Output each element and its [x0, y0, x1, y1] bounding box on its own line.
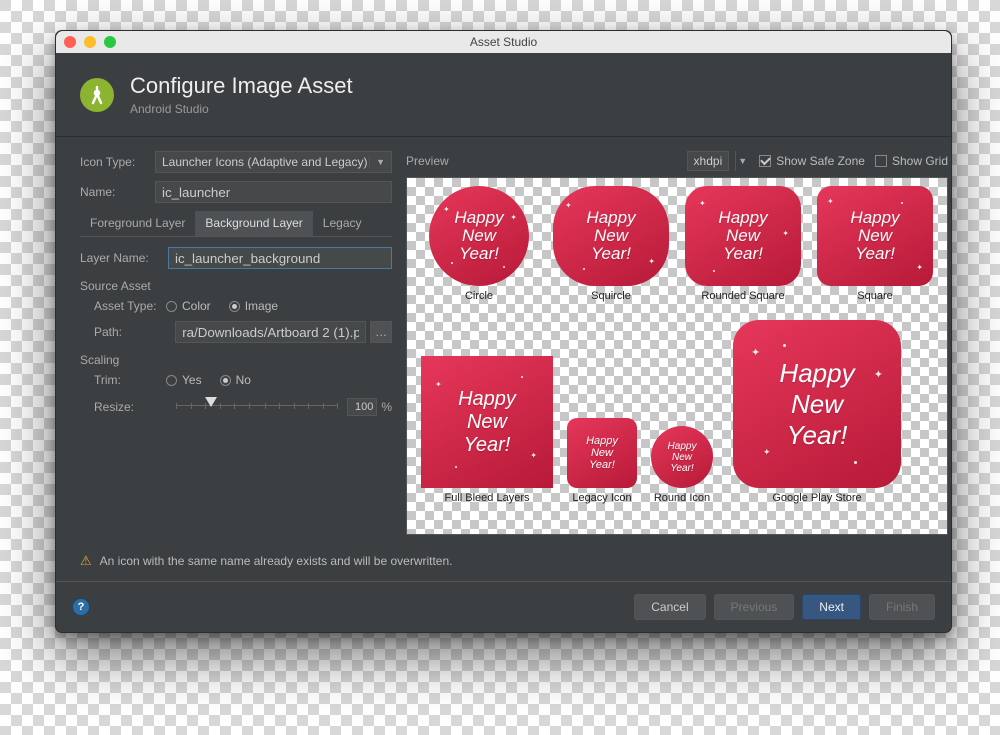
preview-legacy: HappyNewYear!: [567, 418, 637, 488]
finish-button[interactable]: Finish: [869, 594, 935, 620]
icon-type-select[interactable]: Launcher Icons (Adaptive and Legacy) ▼: [155, 151, 392, 173]
caption-round: Round Icon: [651, 492, 713, 504]
minimize-icon[interactable]: [84, 36, 96, 48]
config-panel: Icon Type: Launcher Icons (Adaptive and …: [80, 151, 392, 535]
preview-area: HappyNewYear! ✦✦ Circle HappyNewYear! ✦✦…: [406, 177, 948, 535]
warning-bar: ⚠ An icon with the same name already exi…: [56, 541, 951, 581]
layer-name-label: Layer Name:: [80, 251, 158, 265]
resize-suffix: %: [381, 400, 392, 414]
caption-squircle: Squircle: [553, 290, 669, 302]
cancel-button[interactable]: Cancel: [634, 594, 705, 620]
name-label: Name:: [80, 185, 145, 199]
warning-icon: ⚠: [80, 553, 92, 569]
help-button[interactable]: ?: [72, 598, 90, 616]
name-input[interactable]: [155, 181, 392, 203]
tab-foreground-layer[interactable]: Foreground Layer: [80, 211, 195, 236]
dialog-title: Configure Image Asset: [130, 73, 353, 99]
show-safe-zone-checkbox[interactable]: Show Safe Zone: [759, 154, 865, 168]
warning-text: An icon with the same name already exist…: [100, 554, 453, 568]
resize-value[interactable]: 100: [347, 398, 377, 416]
asset-type-image-radio[interactable]: Image: [229, 299, 278, 313]
close-icon[interactable]: [64, 36, 76, 48]
asset-studio-window: Asset Studio Configure Image Asset Andro…: [55, 30, 952, 633]
browse-button[interactable]: …: [370, 321, 392, 343]
dialog-header: Configure Image Asset Android Studio: [56, 53, 951, 137]
trim-label: Trim:: [94, 373, 166, 387]
icon-type-label: Icon Type:: [80, 155, 145, 169]
asset-type-label: Asset Type:: [94, 299, 166, 313]
preview-play-store: HappyNewYear! ✦✦✦: [733, 320, 901, 488]
preview-rounded-square: HappyNewYear! ✦✦: [685, 186, 801, 286]
resize-label: Resize:: [94, 400, 166, 414]
trim-no-radio[interactable]: No: [220, 373, 251, 387]
source-asset-header: Source Asset: [80, 279, 392, 293]
path-label: Path:: [94, 325, 165, 339]
dialog-footer: ? Cancel Previous Next Finish: [56, 581, 951, 632]
next-button[interactable]: Next: [802, 594, 861, 620]
resize-slider[interactable]: [176, 395, 337, 419]
preview-label: Preview: [406, 154, 449, 168]
caption-legacy: Legacy Icon: [567, 492, 637, 504]
preview-squircle: HappyNewYear! ✦✦: [553, 186, 669, 286]
caption-rounded-square: Rounded Square: [685, 290, 801, 302]
asset-type-color-radio[interactable]: Color: [166, 299, 211, 313]
chevron-down-icon: ▼: [369, 157, 385, 167]
scaling-header: Scaling: [80, 353, 392, 367]
preview-round: HappyNewYear!: [651, 426, 713, 488]
caption-play-store: Google Play Store: [733, 492, 901, 504]
titlebar: Asset Studio: [56, 31, 951, 53]
caption-square: Square: [817, 290, 933, 302]
window-title: Asset Studio: [56, 35, 951, 49]
show-grid-checkbox[interactable]: Show Grid: [875, 154, 948, 168]
android-studio-logo-icon: [80, 78, 114, 112]
icon-type-value: Launcher Icons (Adaptive and Legacy): [162, 155, 367, 169]
path-input[interactable]: [175, 321, 366, 343]
preview-full-bleed: HappyNewYear! ✦✦: [421, 356, 553, 488]
trim-yes-radio[interactable]: Yes: [166, 373, 202, 387]
preview-circle: HappyNewYear! ✦✦: [429, 186, 529, 286]
tab-legacy[interactable]: Legacy: [313, 211, 372, 236]
layer-name-input[interactable]: [168, 247, 392, 269]
tab-background-layer[interactable]: Background Layer: [195, 211, 312, 236]
chevron-down-icon[interactable]: ▼: [735, 151, 749, 171]
layer-tabs: Foreground Layer Background Layer Legacy: [80, 211, 392, 237]
caption-circle: Circle: [421, 290, 537, 302]
density-select[interactable]: xhdpi: [687, 151, 730, 171]
caption-full-bleed: Full Bleed Layers: [421, 492, 553, 504]
preview-square: HappyNewYear! ✦✦: [817, 186, 933, 286]
zoom-icon[interactable]: [104, 36, 116, 48]
dialog-subtitle: Android Studio: [130, 102, 353, 116]
previous-button[interactable]: Previous: [714, 594, 795, 620]
